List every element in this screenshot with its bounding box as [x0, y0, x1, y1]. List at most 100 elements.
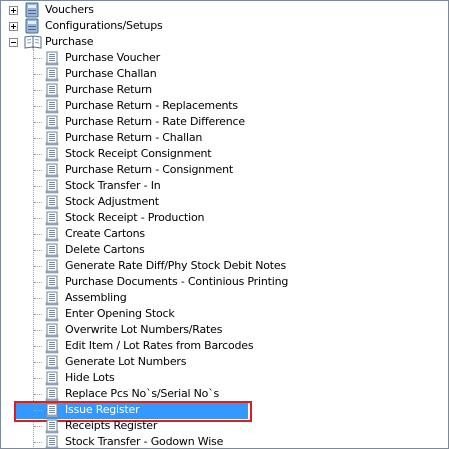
- tree-item-label: Purchase Return - Rate Difference: [65, 115, 245, 128]
- tree-node-label: Configurations/Setups: [45, 19, 163, 32]
- document-icon: [45, 99, 59, 114]
- tree-item[interactable]: Stock Transfer - In: [1, 178, 441, 194]
- tree-connector: [34, 90, 42, 91]
- tree-item[interactable]: Edit Item / Lot Rates from Barcodes: [1, 338, 441, 354]
- tree-item[interactable]: Enter Opening Stock: [1, 306, 441, 322]
- tree-item[interactable]: Purchase Voucher: [1, 50, 441, 66]
- tree-connector: [34, 250, 42, 251]
- tree-item-label: Generate Rate Diff/Phy Stock Debit Notes: [65, 259, 286, 272]
- tree-item-label: Edit Item / Lot Rates from Barcodes: [65, 339, 254, 352]
- document-icon: [45, 259, 59, 274]
- tree-item-label: Purchase Return - Replacements: [65, 99, 238, 112]
- document-icon: [45, 339, 59, 354]
- tree-connector: [34, 266, 42, 267]
- tree-view[interactable]: Vouchers Configurations/Setups Purchase …: [0, 0, 449, 449]
- tree-item-label: Delete Cartons: [65, 243, 145, 256]
- tree-node-configurations-setups[interactable]: Configurations/Setups: [1, 18, 441, 34]
- tree-item[interactable]: Overwrite Lot Numbers/Rates: [1, 322, 441, 338]
- expand-plus-icon[interactable]: [9, 22, 18, 31]
- tree-connector: [34, 74, 42, 75]
- tree-item-label: Stock Adjustment: [65, 195, 159, 208]
- tree-item[interactable]: Create Cartons: [1, 226, 441, 242]
- tree-item-label: Overwrite Lot Numbers/Rates: [65, 323, 223, 336]
- document-icon: [45, 403, 59, 418]
- tree-item-label: Purchase Return - Challan: [65, 131, 203, 144]
- tree-item-label: Enter Opening Stock: [65, 307, 175, 320]
- tree-connector: [34, 410, 42, 411]
- tree-item-label: Purchase Documents - Continious Printing: [65, 275, 289, 288]
- tree-item-label: Create Cartons: [65, 227, 145, 240]
- tree-item[interactable]: Hide Lots: [1, 370, 441, 386]
- tree-connector: [34, 282, 42, 283]
- tree-item[interactable]: Stock Receipt - Production: [1, 210, 441, 226]
- tree-item-label: Stock Transfer - Godown Wise: [65, 435, 224, 448]
- tree-node-vouchers[interactable]: Vouchers: [1, 2, 441, 18]
- tree-item[interactable]: Stock Adjustment: [1, 194, 441, 210]
- tree-node-purchase[interactable]: Purchase: [1, 34, 441, 50]
- tree-connector: [34, 122, 42, 123]
- tree-item-label: Replace Pcs No`s/Serial No`s: [65, 387, 220, 400]
- document-icon: [45, 323, 59, 338]
- tree-connector: [34, 170, 42, 171]
- tree-item[interactable]: Purchase Challan: [1, 66, 441, 82]
- tree-item[interactable]: Purchase Return - Rate Difference: [1, 114, 441, 130]
- tree-item-label: Stock Receipt Consignment: [65, 147, 212, 160]
- tree-item-label: Purchase Challan: [65, 67, 157, 80]
- tree-item-label: Assembling: [65, 291, 127, 304]
- document-icon: [45, 115, 59, 130]
- tree-item[interactable]: Stock Receipt Consignment: [1, 146, 441, 162]
- tree-item[interactable]: Purchase Return - Challan: [1, 130, 441, 146]
- document-icon: [45, 163, 59, 178]
- tree-item-label: Issue Register: [65, 403, 140, 416]
- expand-plus-icon[interactable]: [9, 6, 18, 15]
- document-icon: [45, 371, 59, 386]
- document-icon: [45, 243, 59, 258]
- tree-item-label: Purchase Voucher: [65, 51, 160, 64]
- tree-item-label: Stock Transfer - In: [65, 179, 161, 192]
- tree-connector: [34, 234, 42, 235]
- tree-connector: [34, 298, 42, 299]
- document-icon: [45, 195, 59, 210]
- document-icon: [45, 179, 59, 194]
- tree-connector: [34, 346, 42, 347]
- tree-connector: [34, 314, 42, 315]
- tree-connector: [34, 218, 42, 219]
- tree-item-label: Receipts Register: [65, 419, 158, 432]
- tree-item-label: Hide Lots: [65, 371, 115, 384]
- document-icon: [45, 51, 59, 66]
- tree-node-label: Vouchers: [45, 3, 94, 16]
- tree-item[interactable]: Purchase Documents - Continious Printing: [1, 274, 441, 290]
- tree-item[interactable]: Generate Lot Numbers: [1, 354, 441, 370]
- document-icon: [45, 355, 59, 370]
- tree-item-label: Purchase Return: [65, 83, 152, 96]
- tree-item[interactable]: Purchase Return - Consignment: [1, 162, 441, 178]
- tree-item-label: Purchase Return - Consignment: [65, 163, 234, 176]
- tree-item[interactable]: Generate Rate Diff/Phy Stock Debit Notes: [1, 258, 441, 274]
- collapse-minus-icon[interactable]: [9, 38, 18, 47]
- tree-item[interactable]: Receipts Register: [1, 418, 441, 434]
- document-icon: [45, 131, 59, 146]
- tree-connector: [34, 442, 42, 443]
- tree-item[interactable]: Purchase Return: [1, 82, 441, 98]
- tree-connector: [34, 202, 42, 203]
- tree-item[interactable]: Replace Pcs No`s/Serial No`s: [1, 386, 441, 402]
- tree-item-label: Stock Receipt - Production: [65, 211, 205, 224]
- tree-connector: [34, 154, 42, 155]
- tree-node-label: Purchase: [45, 35, 94, 48]
- document-icon: [45, 387, 59, 402]
- tree-connector: [34, 362, 42, 363]
- tree-item[interactable]: Purchase Return - Replacements: [1, 98, 441, 114]
- tree-connector: [34, 106, 42, 107]
- tree-connector: [34, 186, 42, 187]
- document-icon: [45, 307, 59, 322]
- tree-item-label: Generate Lot Numbers: [65, 355, 187, 368]
- document-icon: [45, 227, 59, 242]
- tree-connector: [34, 330, 42, 331]
- tree-item[interactable]: Delete Cartons: [1, 242, 441, 258]
- tree-connector: [34, 58, 42, 59]
- document-icon: [45, 83, 59, 98]
- document-icon: [45, 435, 59, 448]
- tree-item[interactable]: Assembling: [1, 290, 441, 306]
- tree-item[interactable]: Stock Transfer - Godown Wise: [1, 434, 441, 448]
- tree-item[interactable]: Issue Register: [1, 402, 441, 418]
